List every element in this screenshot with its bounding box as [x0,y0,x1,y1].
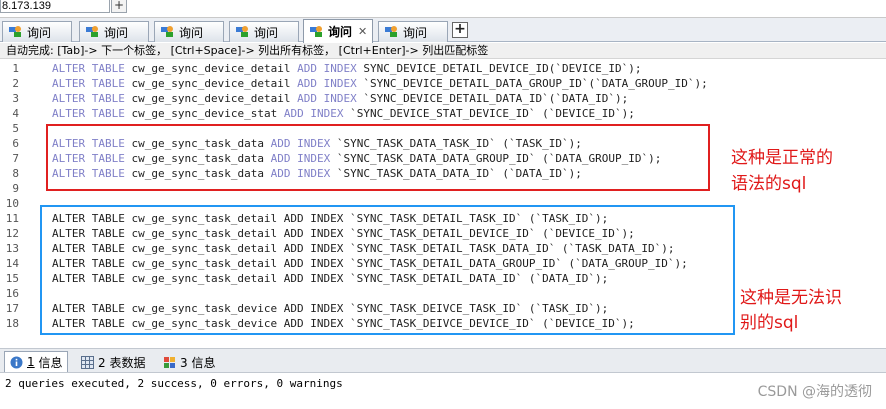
blue-annotation-line-2: 别的sql [740,313,799,333]
sql-statement: ALTER TABLE cw_ge_sync_device_detail ADD… [52,77,708,90]
line-number: 18 [5,317,19,330]
tab-number: 3 [180,355,188,370]
blue-annotation-line-1: 这种是无法识 [740,288,842,308]
query-icon [234,24,250,40]
tab-label: 询问 [328,25,353,39]
query-tab-3[interactable]: 询问 [154,21,224,42]
add-tab-button[interactable]: + [452,22,468,38]
query-icon [84,24,100,40]
info-icon [10,356,23,369]
tab-label: 询问 [403,25,428,40]
colored-blocks-icon [163,356,176,369]
tab-number: 2 [98,355,106,370]
code-line[interactable]: 1 ALTER TABLE cw_ge_sync_device_detail AD… [0,61,886,76]
line-number: 5 [12,122,19,135]
sql-statement: ALTER TABLE cw_ge_sync_device_detail ADD… [52,92,629,105]
red-highlight-box [46,124,710,191]
line-number: 11 [5,212,19,225]
tab-label: 表数据 [109,356,146,370]
red-annotation-line-1: 这种是正常的 [731,148,833,168]
line-number: 1 [12,62,19,75]
tab-messages-3[interactable]: 3 信息 [158,352,220,373]
line-number: 16 [5,287,19,300]
line-number: 8 [12,167,19,180]
line-number: 7 [12,152,19,165]
close-tab-icon[interactable]: ✕ [358,25,367,38]
line-number: 10 [5,197,19,210]
query-tab-6[interactable]: 询问 [378,21,448,42]
top-strip: 8.173.139 + [0,0,886,18]
line-number: 15 [5,272,19,285]
line-number: 13 [5,242,19,255]
query-tab-4[interactable]: 询问 [229,21,299,42]
query-tab-bar: 询问 询问 询问 询问 询问 ✕ 询问 + [0,18,886,43]
line-number: 2 [12,77,19,90]
tab-label: 询问 [179,25,204,40]
red-annotation-line-2: 语法的sql [731,174,807,194]
tab-label: 询问 [254,25,279,40]
tab-label: 询问 [27,25,52,40]
line-number: 14 [5,257,19,270]
result-tab-bar: 1 信息 2 表数据 3 信息 [0,348,886,373]
tab-label: 信息 [191,356,216,370]
execution-summary: 2 queries executed, 2 success, 0 errors,… [5,377,343,390]
line-number: 3 [12,92,19,105]
query-tab-2[interactable]: 询问 [79,21,149,42]
line-number: 17 [5,302,19,315]
autocomplete-hint: 自动完成: [Tab]-> 下一个标签， [Ctrl+Space]-> 列出所有… [0,43,886,59]
watermark: CSDN @海的透彻 [757,384,872,400]
new-connection-button[interactable]: + [111,0,127,13]
line-number: 6 [12,137,19,150]
query-tab-5-active[interactable]: 询问 ✕ [303,19,373,43]
address-field[interactable]: 8.173.139 [0,0,110,13]
code-line[interactable]: 2 ALTER TABLE cw_ge_sync_device_detail AD… [0,76,886,91]
line-number: 12 [5,227,19,240]
tab-table-data[interactable]: 2 表数据 [76,352,150,373]
blue-highlight-box [40,205,735,335]
line-number: 4 [12,107,19,120]
tab-label: 询问 [104,25,129,40]
output-panel: 2 queries executed, 2 success, 0 errors,… [0,374,886,409]
tab-messages-1[interactable]: 1 信息 [4,351,69,372]
code-line[interactable]: 4 ALTER TABLE cw_ge_sync_device_stat ADD … [0,106,886,121]
query-tab-1[interactable]: 询问 [2,21,72,42]
line-number: 9 [12,182,19,195]
code-line[interactable]: 3 ALTER TABLE cw_ge_sync_device_detail AD… [0,91,886,106]
query-icon [383,24,399,40]
table-grid-icon [81,356,94,369]
query-icon [159,24,175,40]
query-icon [308,24,324,40]
query-icon [7,24,23,40]
tab-number: 1 [27,355,35,369]
tab-label: 信息 [38,355,63,370]
sql-statement: ALTER TABLE cw_ge_sync_device_stat ADD I… [52,107,635,120]
sql-statement: ALTER TABLE cw_ge_sync_device_detail ADD… [52,62,642,75]
